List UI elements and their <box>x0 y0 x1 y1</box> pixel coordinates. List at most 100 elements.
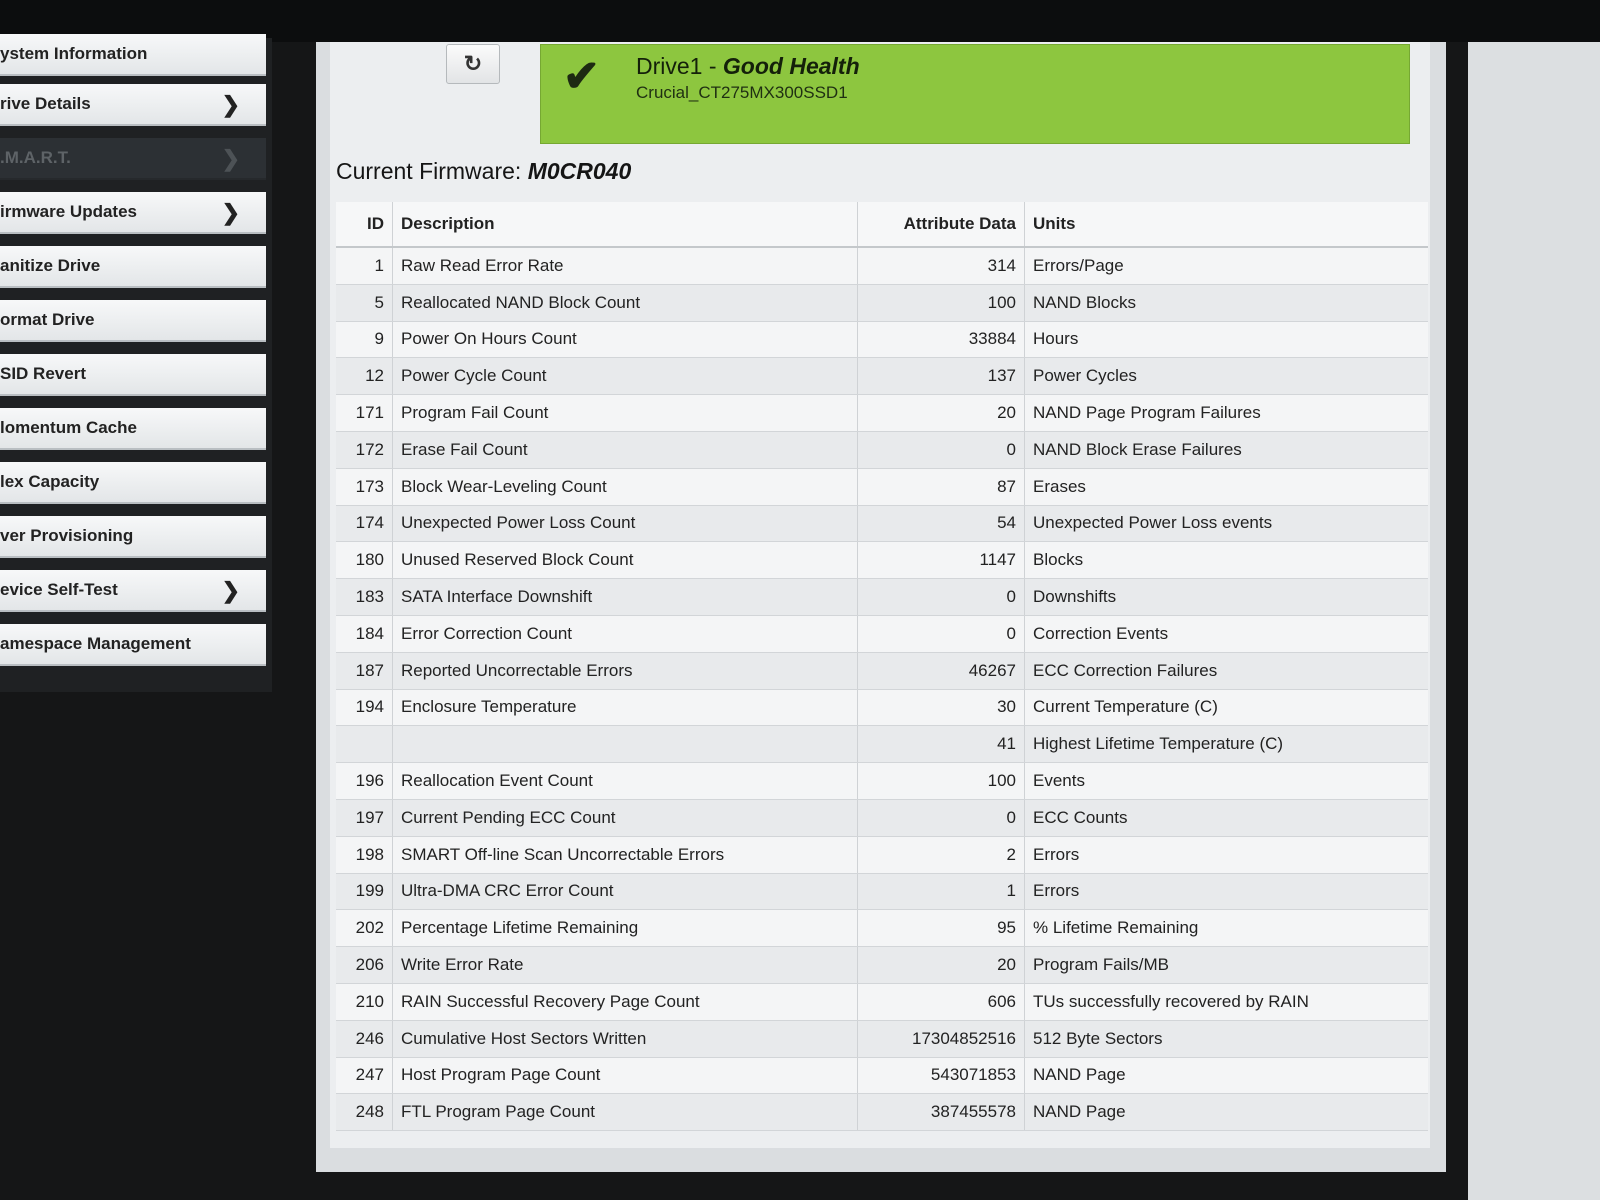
attribute-units: Events <box>1024 762 1428 800</box>
attribute-data: 2 <box>857 836 1025 874</box>
table-row: 1 Raw Read Error Rate 314 Errors/Page <box>336 247 1428 285</box>
attribute-id: 173 <box>336 468 393 506</box>
attribute-data: 33884 <box>857 321 1025 359</box>
attribute-description: Enclosure Temperature <box>392 689 858 727</box>
attribute-data: 0 <box>857 431 1025 469</box>
attribute-description: FTL Program Page Count <box>392 1093 858 1132</box>
attribute-data: 314 <box>857 247 1025 285</box>
sidebar-item-label: anitize Drive <box>0 256 101 275</box>
attribute-id: 1 <box>336 247 393 285</box>
attribute-data: 20 <box>857 394 1025 432</box>
attribute-units: Downshifts <box>1024 578 1428 616</box>
sidebar-item-namespace-management[interactable]: amespace Management <box>0 624 266 666</box>
table-row: 210 RAIN Successful Recovery Page Count 60… <box>336 983 1428 1021</box>
attribute-units: Blocks <box>1024 541 1428 580</box>
attribute-description: Unexpected Power Loss Count <box>392 505 858 543</box>
sidebar-item-sanitize-drive[interactable]: anitize Drive <box>0 246 266 288</box>
attribute-description: Program Fail Count <box>392 394 858 432</box>
sidebar-item-label: irmware Updates <box>0 202 137 221</box>
column-header-units: Units <box>1024 202 1428 248</box>
attribute-data: 1147 <box>857 541 1025 580</box>
sidebar-item-label: ver Provisioning <box>0 526 134 545</box>
drive-health-title: Drive1 - Good Health <box>636 53 860 80</box>
attribute-units: 512 Byte Sectors <box>1024 1020 1428 1058</box>
sidebar-item-label: .M.A.R.T. <box>0 148 71 167</box>
attribute-data: 17304852516 <box>857 1020 1025 1058</box>
attribute-id: 183 <box>336 578 393 616</box>
chevron-right-icon: ❯ <box>221 146 240 171</box>
table-row: 187 Reported Uncorrectable Errors 46267 ECC… <box>336 652 1428 690</box>
attribute-data: 30 <box>857 689 1025 727</box>
attribute-description: Reallocation Event Count <box>392 762 858 800</box>
table-row: 41 Highest Lifetime Temperature (C) <box>336 725 1428 764</box>
table-row: 184 Error Correction Count 0 Correction Eve… <box>336 615 1428 653</box>
sidebar-item-label: SID Revert <box>0 364 86 383</box>
attribute-units: % Lifetime Remaining <box>1024 909 1428 948</box>
attribute-data: 100 <box>857 284 1025 322</box>
table-row: 172 Erase Fail Count 0 NAND Block Erase Fai… <box>336 431 1428 469</box>
drive-model: Crucial_CT275MX300SSD1 <box>636 83 848 102</box>
attribute-units: Unexpected Power Loss events <box>1024 505 1428 543</box>
attribute-description: SATA Interface Downshift <box>392 578 858 616</box>
refresh-button[interactable]: ↻ <box>446 44 500 84</box>
attribute-units: Errors/Page <box>1024 247 1428 285</box>
attribute-description: Block Wear-Leveling Count <box>392 468 858 506</box>
attribute-units: ECC Correction Failures <box>1024 652 1428 690</box>
attribute-units: Highest Lifetime Temperature (C) <box>1024 725 1428 764</box>
attribute-description: Unused Reserved Block Count <box>392 541 858 580</box>
attribute-description: Write Error Rate <box>392 946 858 984</box>
attribute-data: 543071853 <box>857 1057 1025 1095</box>
attribute-units: TUs successfully recovered by RAIN <box>1024 983 1428 1021</box>
attribute-id: 247 <box>336 1057 393 1095</box>
sidebar-item-label: rive Details <box>0 94 91 113</box>
attribute-units: Erases <box>1024 468 1428 506</box>
table-row: 12 Power Cycle Count 137 Power Cycles <box>336 357 1428 396</box>
sidebar-item-smart[interactable]: .M.A.R.T. ❯ <box>0 138 266 180</box>
attribute-data: 54 <box>857 505 1025 543</box>
attribute-id: 12 <box>336 357 393 396</box>
table-header-row: ID Description Attribute Data Units <box>336 202 1428 248</box>
drive-name: Drive1 - <box>636 53 723 79</box>
chevron-right-icon: ❯ <box>221 200 240 225</box>
attribute-id: 5 <box>336 284 393 322</box>
attribute-units: Correction Events <box>1024 615 1428 653</box>
sidebar-item-format-drive[interactable]: ormat Drive <box>0 300 266 342</box>
checkmark-icon: ✔ <box>563 52 600 101</box>
sidebar-item-flex-capacity[interactable]: lex Capacity <box>0 462 266 504</box>
sidebar-item-system-information[interactable]: ystem Information <box>0 34 266 76</box>
attribute-id: 206 <box>336 946 393 984</box>
attribute-data: 41 <box>857 725 1025 764</box>
attribute-units: ECC Counts <box>1024 799 1428 837</box>
attribute-description: Reallocated NAND Block Count <box>392 284 858 322</box>
chevron-right-icon: ❯ <box>221 578 240 603</box>
column-header-attribute-data: Attribute Data <box>857 202 1025 248</box>
table-row: 202 Percentage Lifetime Remaining 95% Life… <box>336 909 1428 948</box>
sidebar-item-device-self-test[interactable]: evice Self-Test ❯ <box>0 570 266 612</box>
attribute-id: 171 <box>336 394 393 432</box>
sidebar-item-psid-revert[interactable]: SID Revert <box>0 354 266 396</box>
attribute-id: 174 <box>336 505 393 543</box>
attribute-units: Hours <box>1024 321 1428 359</box>
sidebar-item-firmware-updates[interactable]: irmware Updates ❯ <box>0 192 266 234</box>
refresh-icon: ↻ <box>463 51 483 76</box>
attribute-data: 387455578 <box>857 1093 1025 1132</box>
attribute-data: 1 <box>857 873 1025 911</box>
smart-attributes-table: ID Description Attribute Data Units 1 Raw… <box>336 202 1428 1132</box>
sidebar-item-label: amespace Management <box>0 634 191 653</box>
health-status: Good Health <box>722 53 860 79</box>
sidebar-item-label: evice Self-Test <box>0 580 118 599</box>
sidebar-item-momentum-cache[interactable]: lomentum Cache <box>0 408 266 450</box>
table-row: 5 Reallocated NAND Block Count 100 NAND Blo… <box>336 284 1428 322</box>
table-row: 173 Block Wear-Leveling Count 87 Erases <box>336 468 1428 506</box>
current-firmware: Current Firmware: M0CR040 <box>336 158 631 185</box>
sidebar-item-over-provisioning[interactable]: ver Provisioning <box>0 516 266 558</box>
attribute-units: NAND Page Program Failures <box>1024 394 1428 432</box>
chevron-right-icon: ❯ <box>221 92 240 117</box>
sidebar: ystem Information rive Details ❯ .M.A.R.… <box>0 34 272 692</box>
attribute-description: SMART Off-line Scan Uncorrectable Errors <box>392 836 858 874</box>
table-row: 198 SMART Off-line Scan Uncorrectable Err… <box>336 836 1428 874</box>
sidebar-item-drive-details[interactable]: rive Details ❯ <box>0 84 266 126</box>
attribute-description <box>392 725 858 764</box>
attribute-data: 95 <box>857 909 1025 948</box>
attribute-data: 0 <box>857 578 1025 616</box>
